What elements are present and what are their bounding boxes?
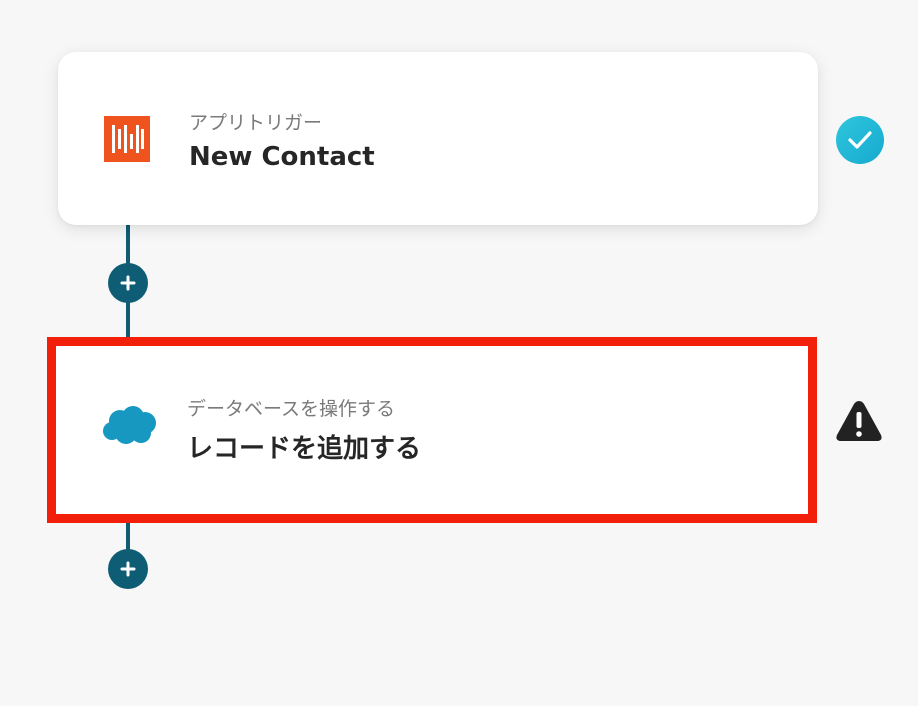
add-step-button[interactable] (108, 549, 148, 589)
plus-icon (120, 275, 136, 291)
step-type-label: データベースを操作する (187, 398, 396, 420)
plus-icon (120, 561, 136, 577)
step-title: レコードを追加する (187, 434, 422, 464)
workflow-canvas: アプリトリガー New Contact データベースを操作する レコードを追加す… (0, 0, 918, 706)
add-step-button[interactable] (108, 263, 148, 303)
salesforce-cloud-icon (100, 404, 160, 448)
step-type-label: アプリトリガー (189, 112, 323, 134)
step-title: New Contact (189, 142, 375, 172)
app-icon (104, 116, 150, 162)
action-step-card[interactable]: データベースを操作する レコードを追加する (47, 337, 817, 523)
warning-triangle-icon (834, 398, 884, 444)
check-circle-icon (836, 116, 884, 164)
trigger-step-card[interactable]: アプリトリガー New Contact (58, 52, 818, 225)
